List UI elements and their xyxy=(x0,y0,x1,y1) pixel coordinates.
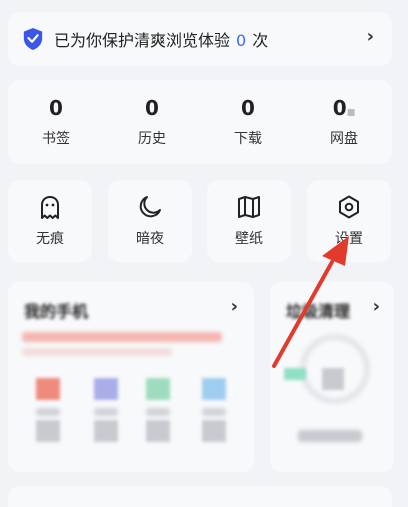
night-mode-button[interactable]: 暗夜 xyxy=(108,180,192,262)
app-label xyxy=(146,408,170,416)
stat-value: 0 xyxy=(49,96,63,120)
unit-mark: ■ xyxy=(346,108,356,118)
stat-label: 下载 xyxy=(234,131,262,147)
my-phone-title: 我的手机 xyxy=(24,302,89,321)
moon-icon xyxy=(139,196,161,218)
stat-cloud-drive[interactable]: 0■ 网盘 xyxy=(296,80,392,164)
cleanup-chip xyxy=(322,368,344,390)
stat-label: 网盘 xyxy=(330,131,358,147)
book-icon xyxy=(238,196,260,218)
tool-label: 暗夜 xyxy=(136,231,164,247)
cleanup-card[interactable]: 垃圾清理 › xyxy=(270,282,394,472)
storage-bar xyxy=(22,332,222,342)
stat-value: 0 xyxy=(241,96,255,120)
app-icon xyxy=(146,420,170,442)
tool-label: 设置 xyxy=(335,231,363,247)
app-icon xyxy=(94,378,118,400)
stat-bookmarks[interactable]: 0 书签 xyxy=(8,80,104,164)
tool-label: 无痕 xyxy=(36,231,64,247)
app-icon xyxy=(94,420,118,442)
stat-value-text: 0 xyxy=(332,96,347,120)
tool-label: 壁纸 xyxy=(235,231,263,247)
app-label xyxy=(94,408,118,416)
stat-label: 历史 xyxy=(138,131,166,147)
settings-button[interactable]: 设置 xyxy=(307,180,391,262)
cleanup-chip xyxy=(284,368,306,380)
chevron-right-icon: › xyxy=(372,296,380,317)
stat-history[interactable]: 0 历史 xyxy=(104,80,200,164)
my-phone-card[interactable]: 我的手机 › xyxy=(8,282,254,472)
stats-card: 0 书签 0 历史 0 下载 0■ 网盘 xyxy=(8,80,392,164)
chevron-right-icon: › xyxy=(366,26,374,47)
cleanup-button-blur xyxy=(298,430,362,442)
shield-icon xyxy=(23,28,43,50)
chevron-right-icon: › xyxy=(230,296,238,317)
stat-label: 书签 xyxy=(42,131,70,147)
protection-text: 已为你保护清爽浏览体验 0 次 xyxy=(54,27,268,51)
cleanup-title: 垃圾清理 xyxy=(286,302,351,321)
wallpaper-button[interactable]: 壁纸 xyxy=(207,180,291,262)
incognito-button[interactable]: 无痕 xyxy=(8,180,92,262)
protection-suffix: 次 xyxy=(252,31,269,50)
app-icon xyxy=(202,420,226,442)
protection-banner[interactable]: 已为你保护清爽浏览体验 0 次 › xyxy=(8,12,392,66)
app-label xyxy=(202,408,226,416)
bottom-card xyxy=(8,486,392,507)
stat-value: 0 xyxy=(145,96,159,120)
protection-prefix: 已为你保护清爽浏览体验 xyxy=(54,31,231,50)
stat-downloads[interactable]: 0 下载 xyxy=(200,80,296,164)
protection-count: 0 xyxy=(236,31,247,50)
stat-value: 0■ xyxy=(333,96,355,122)
app-icon xyxy=(202,378,226,400)
app-icon xyxy=(146,378,170,400)
app-icon xyxy=(36,420,60,442)
storage-subbar xyxy=(22,348,172,356)
app-label xyxy=(36,408,60,416)
ghost-icon xyxy=(41,196,59,219)
app-icon xyxy=(36,378,60,400)
settings-icon xyxy=(339,195,359,219)
